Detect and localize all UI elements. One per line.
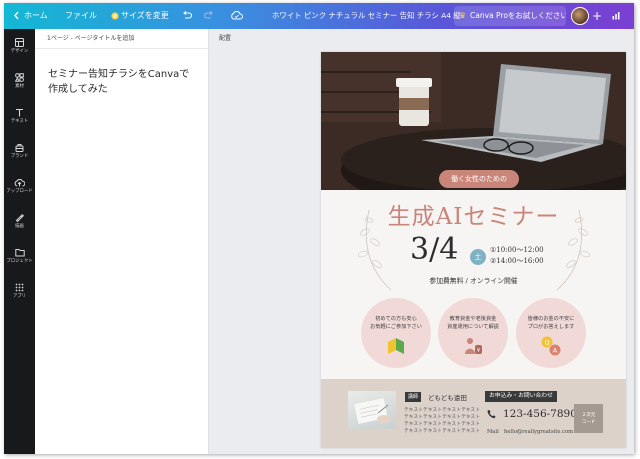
phone-number[interactable]: 123-456-7890 <box>503 408 577 420</box>
feature-text-line: プロがお答えします <box>527 324 575 330</box>
svg-text:★: ★ <box>112 13 117 20</box>
try-canva-pro-label: Canva Proをお試しください <box>470 11 566 20</box>
lecturer-text-line[interactable]: テキストテキストテキストテキスト <box>404 421 480 427</box>
text-icon <box>16 108 23 117</box>
qa-icon: Q A <box>541 336 561 356</box>
contact-footer[interactable]: 講師 どもども遠田 テキストテキストテキストテキスト テキストテキストテキストテ… <box>321 379 626 448</box>
rail-label: 素材 <box>15 84 24 89</box>
day-of-week-badge[interactable]: 土 <box>470 249 486 265</box>
qr-label-line: コード <box>581 420 596 425</box>
mail-address[interactable]: hello@reallygreatsite.com <box>504 429 573 435</box>
page-title-input[interactable]: 1ページ - ページタイトルを追加 <box>35 29 209 49</box>
lecturer-text-line[interactable]: テキストテキストテキストテキスト <box>404 414 480 420</box>
feature-text-line: 初めての方も安心 <box>375 316 417 322</box>
back-chevron-icon[interactable] <box>13 3 20 29</box>
feature-text-line: 資産運用について解説 <box>447 324 499 330</box>
flyer-page[interactable]: 働く女性のための 生成AIセミナー 3/4 土 ①10:00〜12:00 ②14… <box>321 52 626 448</box>
apps-icon <box>15 283 24 292</box>
design-icon <box>15 38 24 47</box>
lecturer-text-line[interactable]: テキストテキストテキストテキスト <box>404 428 480 434</box>
feature-text-line: 教育資金や老後資金 <box>449 316 497 322</box>
rail-draw[interactable]: 描画 <box>4 208 35 240</box>
beginner-mark-icon <box>388 338 404 354</box>
rail-text[interactable]: テキスト <box>4 103 35 135</box>
lecturer-text-line[interactable]: テキストテキストテキストテキスト <box>404 407 480 413</box>
insights-chart-icon[interactable] <box>612 3 621 29</box>
lecturer-photo[interactable] <box>348 391 396 429</box>
rail-projects[interactable]: プロジェクト <box>4 243 35 275</box>
add-icon[interactable]: + <box>592 3 602 29</box>
feature-text-line: 皆様のお金の不安に <box>527 316 575 322</box>
resize-button[interactable]: サイズを変更 <box>121 3 169 29</box>
left-side-rail: デザイン 素材 テキスト ブランド アップロード 描画 プロジェクト アプリ <box>4 29 35 454</box>
rail-apps[interactable]: アプリ <box>4 278 35 310</box>
rail-elements[interactable]: 素材 <box>4 68 35 100</box>
feature-text-line: お気軽にご参加下さい <box>370 324 422 330</box>
upload-icon <box>14 178 25 187</box>
phone-icon <box>487 409 496 419</box>
elements-icon <box>15 73 24 82</box>
feature-circle-money[interactable]: 教育資金や老後資金 資産運用について解説 ¥ <box>438 298 508 368</box>
rail-label: ブランド <box>10 154 29 159</box>
time-slot-2[interactable]: ②14:00〜16:00 <box>490 256 544 266</box>
avatar[interactable] <box>571 7 589 25</box>
rail-label: デザイン <box>10 49 29 54</box>
notes-textarea[interactable]: セミナー告知チラシをCanvaで作成してみた <box>48 67 198 97</box>
qr-label-line: ２次元 <box>581 413 596 418</box>
redo-icon[interactable] <box>204 3 214 29</box>
rail-upload[interactable]: アップロード <box>4 173 35 205</box>
rail-label: プロジェクト <box>6 259 33 264</box>
top-bar: ホーム ファイル ★ サイズを変更 ホワイト ピンク ナチュラル セミナー 告知… <box>4 3 634 29</box>
rail-label: アプリ <box>12 294 27 299</box>
brand-icon <box>15 144 24 152</box>
home-button[interactable]: ホーム <box>24 3 48 29</box>
rail-brand[interactable]: ブランド <box>4 138 35 170</box>
fee-and-format[interactable]: 参加費無料 / オンライン開催 <box>321 275 626 285</box>
ribbon-label[interactable]: 働く女性のための <box>439 170 519 188</box>
cloud-save-icon[interactable] <box>230 3 243 29</box>
feature-circle-qa[interactable]: 皆様のお金の不安に プロがお答えします Q A <box>516 298 586 368</box>
rail-label: 描画 <box>15 224 24 229</box>
qr-code-placeholder[interactable]: ２次元 コード <box>574 404 603 433</box>
draw-icon <box>15 213 24 222</box>
feature-circle-beginner[interactable]: 初めての方も安心 お気軽にご参加下さい <box>361 298 431 368</box>
document-title[interactable]: ホワイト ピンク ナチュラル セミナー 告知 チラシ A4 縦 <box>272 3 461 29</box>
lecturer-tag[interactable]: 講師 <box>405 392 422 402</box>
svg-text:¥: ¥ <box>477 348 480 354</box>
try-canva-pro-button[interactable]: ♛ Canva Proをお試しください <box>454 6 566 26</box>
rail-design[interactable]: デザイン <box>4 33 35 65</box>
seminar-title[interactable]: 生成AIセミナー <box>321 197 626 231</box>
svg-text:A: A <box>553 347 558 355</box>
resize-icon[interactable]: ★ <box>111 3 119 29</box>
position-button[interactable]: 配置 <box>209 29 634 49</box>
apply-contact-tag[interactable]: お申込み・お問い合わせ <box>485 391 557 402</box>
rail-label: テキスト <box>10 119 29 124</box>
mail-label[interactable]: Mail <box>487 429 499 435</box>
undo-icon[interactable] <box>182 3 192 29</box>
file-menu-button[interactable]: ファイル <box>65 3 97 29</box>
lecturer-name[interactable]: どもども遠田 <box>428 392 467 402</box>
rail-label: アップロード <box>6 189 33 194</box>
seminar-date[interactable]: 3/4 <box>410 232 458 267</box>
notes-panel: 1ページ - ページタイトルを追加 セミナー告知チラシをCanvaで作成してみた <box>35 29 209 454</box>
time-slot-1[interactable]: ①10:00〜12:00 <box>490 245 544 255</box>
crown-icon: ♛ <box>459 11 467 20</box>
svg-text:Q: Q <box>544 339 549 347</box>
canva-editor-window: ホーム ファイル ★ サイズを変更 ホワイト ピンク ナチュラル セミナー 告知… <box>4 3 634 454</box>
projects-icon <box>14 249 25 257</box>
money-bag-icon: ¥ <box>465 338 482 354</box>
